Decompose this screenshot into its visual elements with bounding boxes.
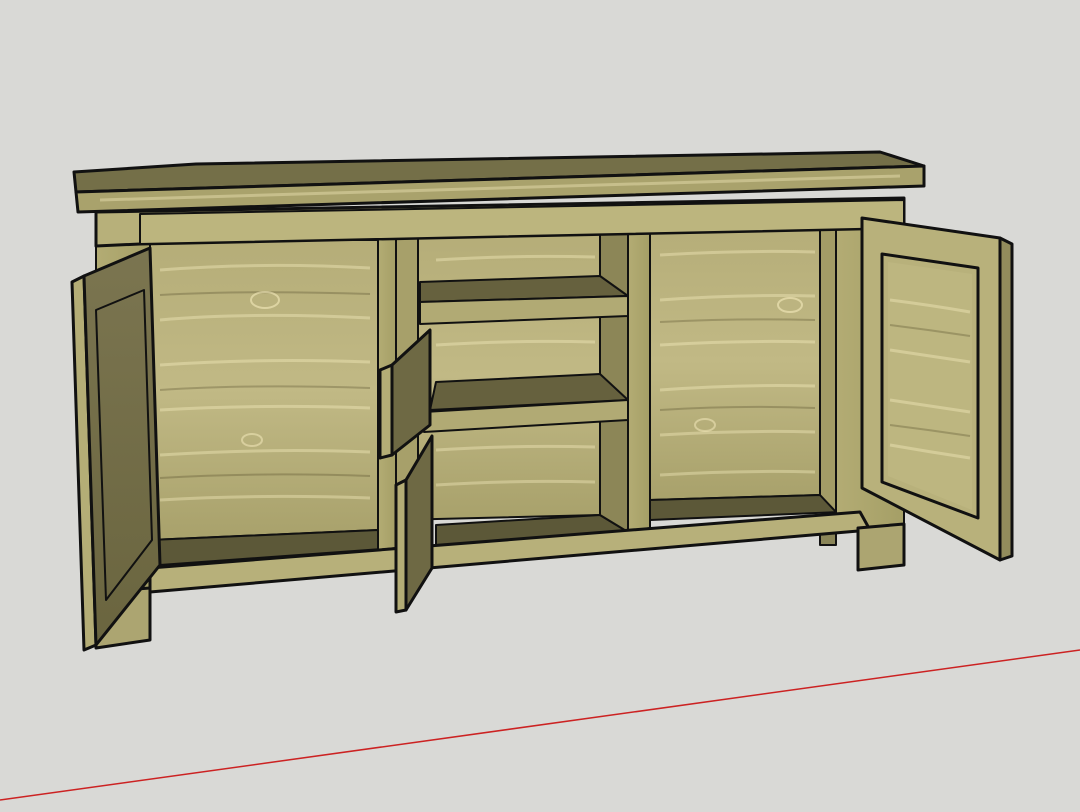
right-compartment-inner-side bbox=[819, 219, 837, 513]
middle-upper-door-edge bbox=[378, 363, 394, 460]
right-front-leg bbox=[856, 522, 906, 572]
right-door-inset-fill bbox=[888, 262, 972, 510]
sideboard-model-canvas bbox=[0, 0, 1080, 812]
center-right-stile bbox=[627, 227, 651, 533]
right-door-edge bbox=[998, 236, 1014, 562]
modeling-viewport[interactable] bbox=[0, 0, 1080, 812]
right-compartment-back bbox=[649, 221, 821, 501]
